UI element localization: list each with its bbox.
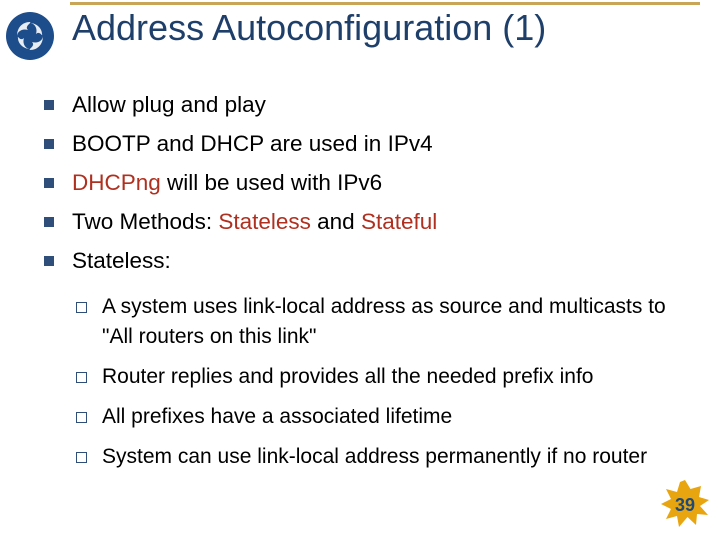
bullet-text: Allow plug and play — [72, 92, 266, 117]
slide-title: Address Autoconfiguration (1) — [72, 8, 720, 54]
sub-bullet-item: System can use link-local address perman… — [40, 442, 680, 472]
sub-bullet-list: A system uses link-local address as sour… — [40, 292, 680, 471]
header: Address Autoconfiguration (1) — [0, 8, 720, 60]
bullet-emphasis: Stateful — [361, 209, 437, 234]
bullet-item: Stateless: — [40, 244, 680, 279]
sub-bullet-item: All prefixes have a associated lifetime — [40, 402, 680, 432]
bullet-text: will be used with IPv6 — [161, 170, 382, 195]
bullet-text: BOOTP and DHCP are used in IPv4 — [72, 131, 433, 156]
bullet-text: Stateless: — [72, 248, 171, 273]
sub-bullet-text: Router replies and provides all the need… — [102, 365, 593, 388]
logo-swirl-icon — [12, 18, 48, 54]
bullet-item: Two Methods: Stateless and Stateful — [40, 205, 680, 240]
slide: Address Autoconfiguration (1) Allow plug… — [0, 0, 720, 540]
slide-body: Allow plug and play BOOTP and DHCP are u… — [0, 60, 720, 471]
bullet-emphasis: DHCPng — [72, 170, 161, 195]
sub-bullet-item: Router replies and provides all the need… — [40, 362, 680, 392]
sub-bullet-text: A system uses link-local address as sour… — [102, 295, 666, 348]
sub-bullet-item: A system uses link-local address as sour… — [40, 292, 680, 352]
bullet-item: DHCPng will be used with IPv6 — [40, 166, 680, 201]
page-number: 39 — [675, 495, 695, 516]
bullet-item: Allow plug and play — [40, 88, 680, 123]
sub-bullet-text: All prefixes have a associated lifetime — [102, 405, 452, 428]
bullet-emphasis: Stateless — [218, 209, 311, 234]
sub-bullet-text: System can use link-local address perman… — [102, 445, 647, 468]
bullet-text: Two Methods: — [72, 209, 218, 234]
bullet-item: BOOTP and DHCP are used in IPv4 — [40, 127, 680, 162]
title-rule — [70, 2, 700, 5]
page-number-badge: 39 — [660, 480, 710, 530]
bullet-list: Allow plug and play BOOTP and DHCP are u… — [40, 88, 680, 278]
university-logo — [6, 12, 54, 60]
bullet-text: and — [311, 209, 361, 234]
